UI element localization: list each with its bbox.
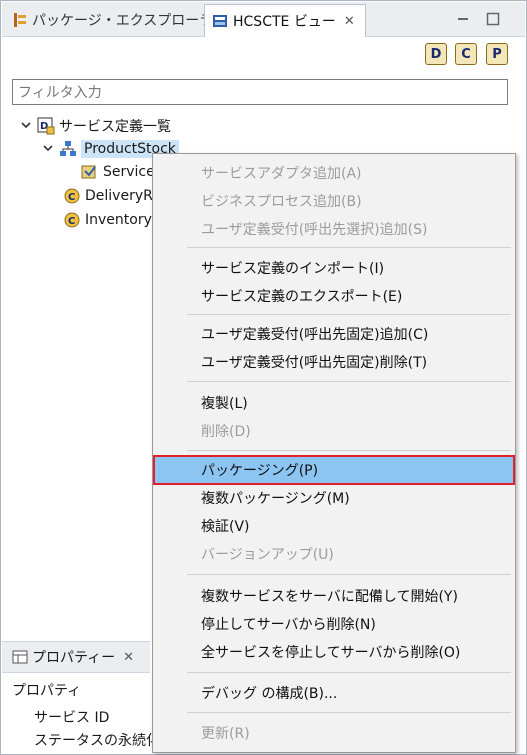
service-definition-icon: C: [63, 211, 81, 229]
tree-item-service[interactable]: Service: [77, 161, 155, 183]
business-process-icon: [59, 140, 77, 158]
tree-label: サービス定義一覧: [59, 119, 171, 135]
menu-separator: [187, 574, 511, 575]
menu-item-export-service-definition[interactable]: サービス定義のエクスポート(E): [153, 283, 515, 309]
chevron-down-icon[interactable]: [41, 142, 55, 157]
context-menu: サービスアダプタ追加(A) ビジネスプロセス追加(B) ユーザ定義受付(呼出先選…: [152, 153, 516, 753]
service-adapter-icon: [81, 163, 99, 181]
deploy-p-button[interactable]: P: [486, 43, 508, 65]
properties-icon: [12, 649, 28, 665]
tree-label: Inventory: [85, 212, 152, 228]
tree-item-delivery[interactable]: C DeliveryR: [59, 185, 153, 207]
property-row: ステータスの永続化: [34, 733, 160, 749]
svg-text:C: C: [68, 192, 75, 203]
properties-heading: プロパティ: [12, 683, 82, 699]
tab-properties[interactable]: プロパティー: [32, 647, 115, 667]
menu-item-debug-configuration[interactable]: デバッグ の構成(B)...: [153, 680, 515, 706]
svg-text:C: C: [68, 216, 75, 227]
menu-separator: [187, 450, 511, 451]
eclipse-window: パッケージ・エクスプローラー HCSCTE ビュー ✕ D C P D サービス…: [0, 0, 527, 755]
menu-item-stop-all-and-remove[interactable]: 全サービスを停止してサーバから削除(O): [153, 639, 515, 665]
filter-input[interactable]: [12, 79, 508, 105]
close-icon[interactable]: ✕: [123, 650, 134, 665]
tree-label: Service: [103, 164, 155, 180]
tab-package-explorer[interactable]: パッケージ・エクスプローラー: [6, 4, 227, 36]
menu-separator: [187, 247, 511, 248]
tree-label: DeliveryR: [85, 188, 153, 204]
chevron-down-icon[interactable]: [19, 119, 33, 134]
tab-label: パッケージ・エクスプローラー: [32, 13, 228, 29]
menu-item-add-user-receiver-fixed[interactable]: ユーザ定義受付(呼出先固定)追加(C): [153, 321, 515, 347]
close-icon[interactable]: ✕: [344, 14, 355, 29]
menu-item-refresh: 更新(R): [201, 726, 250, 742]
menu-item-validate[interactable]: 検証(V): [153, 513, 515, 539]
hcscte-view-icon: [211, 12, 229, 30]
view-tab-bar: パッケージ・エクスプローラー HCSCTE ビュー ✕: [2, 2, 525, 37]
menu-item-packaging[interactable]: パッケージング(P): [153, 457, 515, 483]
maximize-icon[interactable]: [484, 10, 502, 28]
service-definition-list-icon: D: [37, 117, 55, 135]
deploy-c-button[interactable]: C: [455, 43, 477, 65]
service-definition-icon: C: [63, 187, 81, 205]
menu-item-duplicate[interactable]: 複製(L): [153, 390, 515, 416]
tree-item-inventory[interactable]: C Inventory: [59, 209, 152, 231]
tab-label: HCSCTE ビュー: [233, 14, 336, 30]
menu-item-add-service-adapter: サービスアダプタ追加(A): [201, 166, 362, 182]
menu-separator: [187, 314, 511, 315]
property-row: サービス ID: [34, 710, 110, 726]
deploy-d-button[interactable]: D: [425, 43, 447, 65]
menu-separator: [187, 672, 511, 673]
package-explorer-icon: [12, 11, 28, 29]
menu-item-delete: 削除(D): [201, 424, 251, 440]
minimize-icon[interactable]: [454, 10, 472, 28]
menu-item-add-business-process: ビジネスプロセス追加(B): [201, 194, 362, 210]
menu-item-deploy-and-start[interactable]: 複数サービスをサーバに配備して開始(Y): [153, 583, 515, 609]
menu-item-version-up: バージョンアップ(U): [201, 547, 334, 563]
menu-item-import-service-definition[interactable]: サービス定義のインポート(I): [153, 255, 515, 281]
menu-item-delete-user-receiver-fixed[interactable]: ユーザ定義受付(呼出先固定)削除(T): [153, 349, 515, 375]
menu-item-multi-packaging[interactable]: 複数パッケージング(M): [153, 485, 515, 511]
menu-item-stop-and-remove[interactable]: 停止してサーバから削除(N): [153, 611, 515, 637]
menu-separator: [187, 381, 511, 382]
properties-tab-bar: プロパティー ✕: [2, 641, 150, 673]
tree-item-root[interactable]: D サービス定義一覧: [19, 115, 171, 137]
menu-separator: [187, 712, 511, 713]
menu-item-add-user-receiver-select: ユーザ定義受付(呼出先選択)追加(S): [201, 222, 428, 238]
tab-hcscte-view[interactable]: HCSCTE ビュー ✕: [204, 4, 366, 37]
